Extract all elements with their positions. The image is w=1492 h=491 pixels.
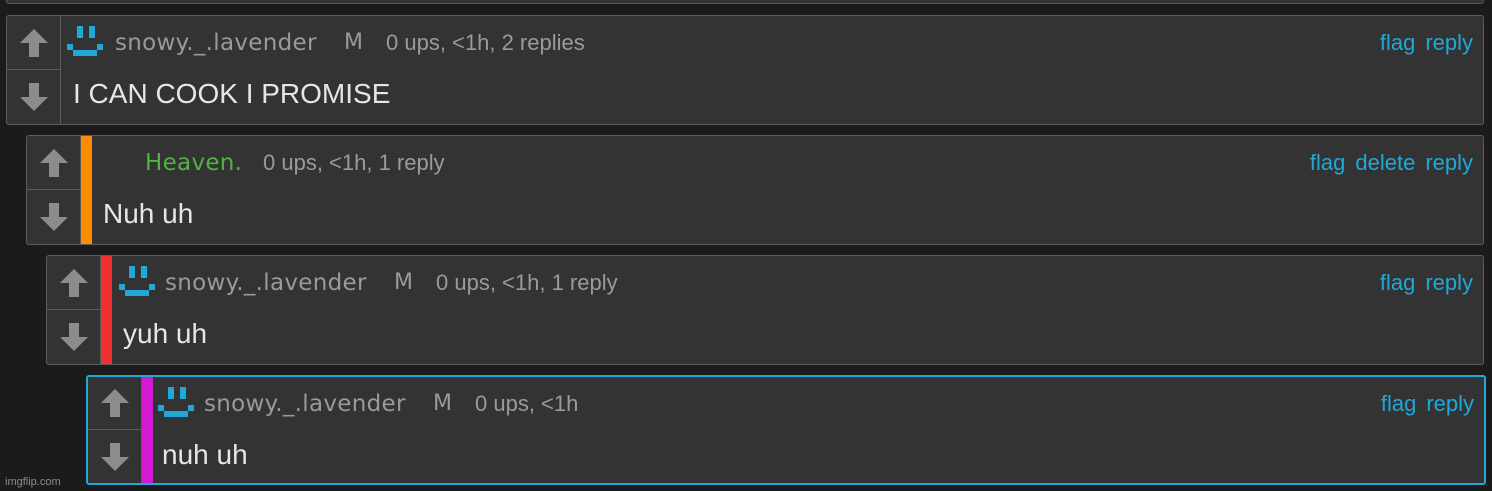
comment-meta: 0 ups, <1h, 1 reply — [436, 270, 618, 295]
comment-body: I CAN COOK I PROMISE — [73, 78, 391, 109]
arrow-up-icon — [100, 389, 129, 417]
comment-body: yuh uh — [123, 318, 208, 349]
comment: snowy._.lavender M 0 ups, <1h, 2 replies… — [6, 15, 1484, 125]
downvote-button[interactable] — [7, 70, 60, 124]
gender-badge: M — [344, 30, 363, 55]
comment-meta: 0 ups, <1h, 1 reply — [263, 150, 445, 175]
arrow-up-icon — [19, 28, 48, 57]
reply-link[interactable]: reply — [1426, 391, 1474, 417]
comment-highlighted: snowy._.lavender M 0 ups, <1h flag reply… — [86, 375, 1486, 485]
comment-meta: 0 ups, <1h — [475, 391, 579, 416]
arrow-down-icon — [39, 203, 68, 231]
arrow-down-icon — [59, 323, 88, 351]
username-link[interactable]: snowy._.lavender — [204, 391, 406, 417]
comment-body: nuh uh — [162, 439, 248, 470]
upvote-button[interactable] — [47, 256, 100, 310]
upvote-button[interactable] — [7, 16, 60, 70]
comment-actions: flag delete reply — [1310, 150, 1473, 176]
downvote-button[interactable] — [27, 190, 80, 244]
reply-link[interactable]: reply — [1425, 150, 1473, 176]
username-link[interactable]: snowy._.lavender — [115, 30, 317, 56]
flag-link[interactable]: flag — [1380, 270, 1415, 296]
flag-link[interactable]: flag — [1380, 30, 1415, 56]
imgflip-watermark: imgflip.com — [5, 476, 61, 488]
reply-link[interactable]: reply — [1425, 30, 1473, 56]
upvote-button[interactable] — [27, 136, 80, 190]
arrow-up-icon — [39, 148, 68, 177]
arrow-down-icon — [19, 83, 48, 111]
comment-actions: flag reply — [1381, 391, 1474, 417]
arrow-up-icon — [59, 268, 88, 297]
smiley-avatar-icon[interactable] — [67, 24, 103, 58]
thread-depth-bar — [101, 256, 112, 364]
flag-link[interactable]: flag — [1310, 150, 1345, 176]
flag-link[interactable]: flag — [1381, 391, 1416, 417]
reply-link[interactable]: reply — [1425, 270, 1473, 296]
username-link[interactable]: Heaven. — [145, 150, 242, 176]
vote-column — [88, 377, 142, 483]
comment: snowy._.lavender M 0 ups, <1h, 1 reply f… — [46, 255, 1484, 365]
arrow-down-icon — [100, 442, 129, 471]
delete-link[interactable]: delete — [1355, 150, 1415, 176]
vote-column — [47, 256, 101, 364]
comment-body: Nuh uh — [103, 198, 194, 229]
vote-column — [27, 136, 81, 244]
smiley-avatar-icon[interactable] — [119, 264, 155, 298]
smiley-avatar-icon[interactable] — [158, 385, 194, 419]
gender-badge: M — [433, 391, 452, 416]
gender-badge: M — [394, 270, 413, 295]
comment-actions: flag reply — [1380, 30, 1473, 56]
comment-meta: 0 ups, <1h, 2 replies — [386, 30, 585, 55]
thread-depth-bar — [142, 377, 153, 483]
downvote-button[interactable] — [47, 310, 100, 364]
downvote-button[interactable] — [88, 430, 141, 483]
comment-actions: flag reply — [1380, 270, 1473, 296]
username-link[interactable]: snowy._.lavender — [165, 270, 367, 296]
vote-column — [7, 16, 61, 124]
previous-comment-edge — [6, 0, 1484, 4]
comment: Heaven. 0 ups, <1h, 1 reply flag delete … — [26, 135, 1484, 245]
thread-depth-bar — [81, 136, 92, 244]
upvote-button[interactable] — [88, 377, 141, 430]
